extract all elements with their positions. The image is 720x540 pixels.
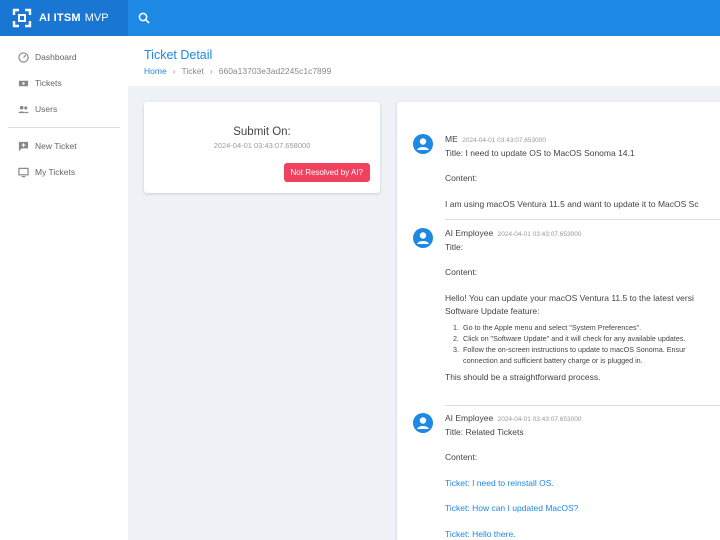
message-title: Title: Related Tickets [445,426,524,437]
sidebar-item-new-ticket[interactable]: New Ticket [0,133,128,159]
sidebar-item-label: My Tickets [35,167,76,177]
users-icon [18,105,29,113]
message-item: AI Employee 2024-04-01 03:43:07.653000 T… [413,228,720,384]
search-icon [138,12,150,24]
message-timestamp: 2024-04-01 03:43:07.653000 [497,416,582,423]
sidebar-item-label: Dashboard [35,52,77,62]
list-item: Go to the Apple menu and select "System … [461,322,720,333]
message-content: Hello! You can update your macOS Ventura… [445,292,694,303]
list-item: Follow the on-screen instructions to upd… [461,344,720,355]
breadcrumb-home[interactable]: Home [144,66,167,76]
submit-title: Submit On: [233,126,291,138]
breadcrumb-ticket[interactable]: Ticket [182,66,204,76]
sidebar-item-dashboard[interactable]: Dashboard [0,44,128,70]
user-avatar-icon [413,413,433,433]
top-bar: AI ITSM MVP [0,0,720,36]
user-avatar-icon [413,228,433,248]
sidebar-item-label: New Ticket [35,141,77,151]
sidebar-item-tickets[interactable]: Tickets [0,70,128,96]
message-closing: This should be a straightforward process… [445,372,601,383]
sidebar-divider [8,127,120,128]
chevron-right-icon: › [209,66,213,76]
brand-name: AI ITSM [39,12,81,24]
message-header: AI Employee 2024-04-01 03:43:07.653000 [445,228,720,240]
submit-card: Submit On: 2024-04-01 03:43:07.658000 No… [144,102,380,193]
dashboard-icon [18,51,29,63]
page-title: Ticket Detail [144,48,213,62]
not-resolved-button[interactable]: Not Resolved by AI? [283,163,370,182]
message-item: ME 2024-04-01 03:43:07.653000 Title: I n… [413,134,720,210]
sidebar-item-users[interactable]: Users [0,96,128,122]
brand[interactable]: AI ITSM MVP [0,0,128,36]
sidebar: Dashboard Tickets Users New Ticket My Ti… [0,36,128,540]
sidebar-item-label: Users [35,104,58,114]
message-title: Title: I need to update OS to MacOS Sono… [445,147,635,158]
new-ticket-icon [18,141,29,151]
user-avatar-icon [413,134,433,154]
search-button[interactable] [136,10,152,26]
sidebar-item-label: Tickets [35,78,62,88]
message-timestamp: 2024-04-01 03:43:07.653000 [462,137,546,144]
message-author: AI Employee [445,413,494,423]
page-header: Ticket Detail Home › Ticket › 660a13703e… [128,36,720,86]
brand-suffix: MVP [84,12,109,24]
message-title: Title: [445,241,464,252]
message-divider [445,219,720,220]
chevron-right-icon: › [172,66,176,76]
sidebar-item-my-tickets[interactable]: My Tickets [0,159,128,185]
list-item: Click on "Software Update" and it will c… [461,333,720,344]
message-content-label: Content: [445,173,478,184]
related-ticket-link[interactable]: Ticket: I need to reinstall OS. [445,478,720,489]
breadcrumb-ticket-id: 660a13703e3ad2245c1c7899 [218,66,332,76]
message-content-label: Content: [445,267,478,278]
message-author: AI Employee [445,228,494,238]
message-content-label: Content: [445,452,478,463]
related-ticket-link[interactable]: Ticket: How can I updated MacOS? [445,503,720,514]
message-author: ME [445,134,458,144]
message-item: AI Employee 2024-04-01 03:43:07.653000 T… [413,413,720,540]
message-divider [445,405,720,406]
logo-icon [12,8,32,28]
message-header: ME 2024-04-01 03:43:07.653000 [445,134,720,146]
steps-list: Go to the Apple menu and select "System … [461,322,720,367]
ticket-icon [18,80,29,86]
related-ticket-link[interactable]: Ticket: Hello there. [445,529,720,540]
list-item: connection and sufficient battery charge… [463,356,643,366]
breadcrumb: Home › Ticket › 660a13703e3ad2245c1c7899 [144,66,720,76]
submit-timestamp: 2024-04-01 03:43:07.658000 [213,141,311,150]
my-tickets-icon [18,167,29,177]
message-header: AI Employee 2024-04-01 03:43:07.653000 [445,413,720,425]
message-content: Software Update feature: [445,306,540,317]
message-timestamp: 2024-04-01 03:43:07.653000 [497,231,582,238]
conversation-card: ME 2024-04-01 03:43:07.653000 Title: I n… [397,102,720,540]
message-content: I am using macOS Ventura 11.5 and want t… [445,198,699,209]
